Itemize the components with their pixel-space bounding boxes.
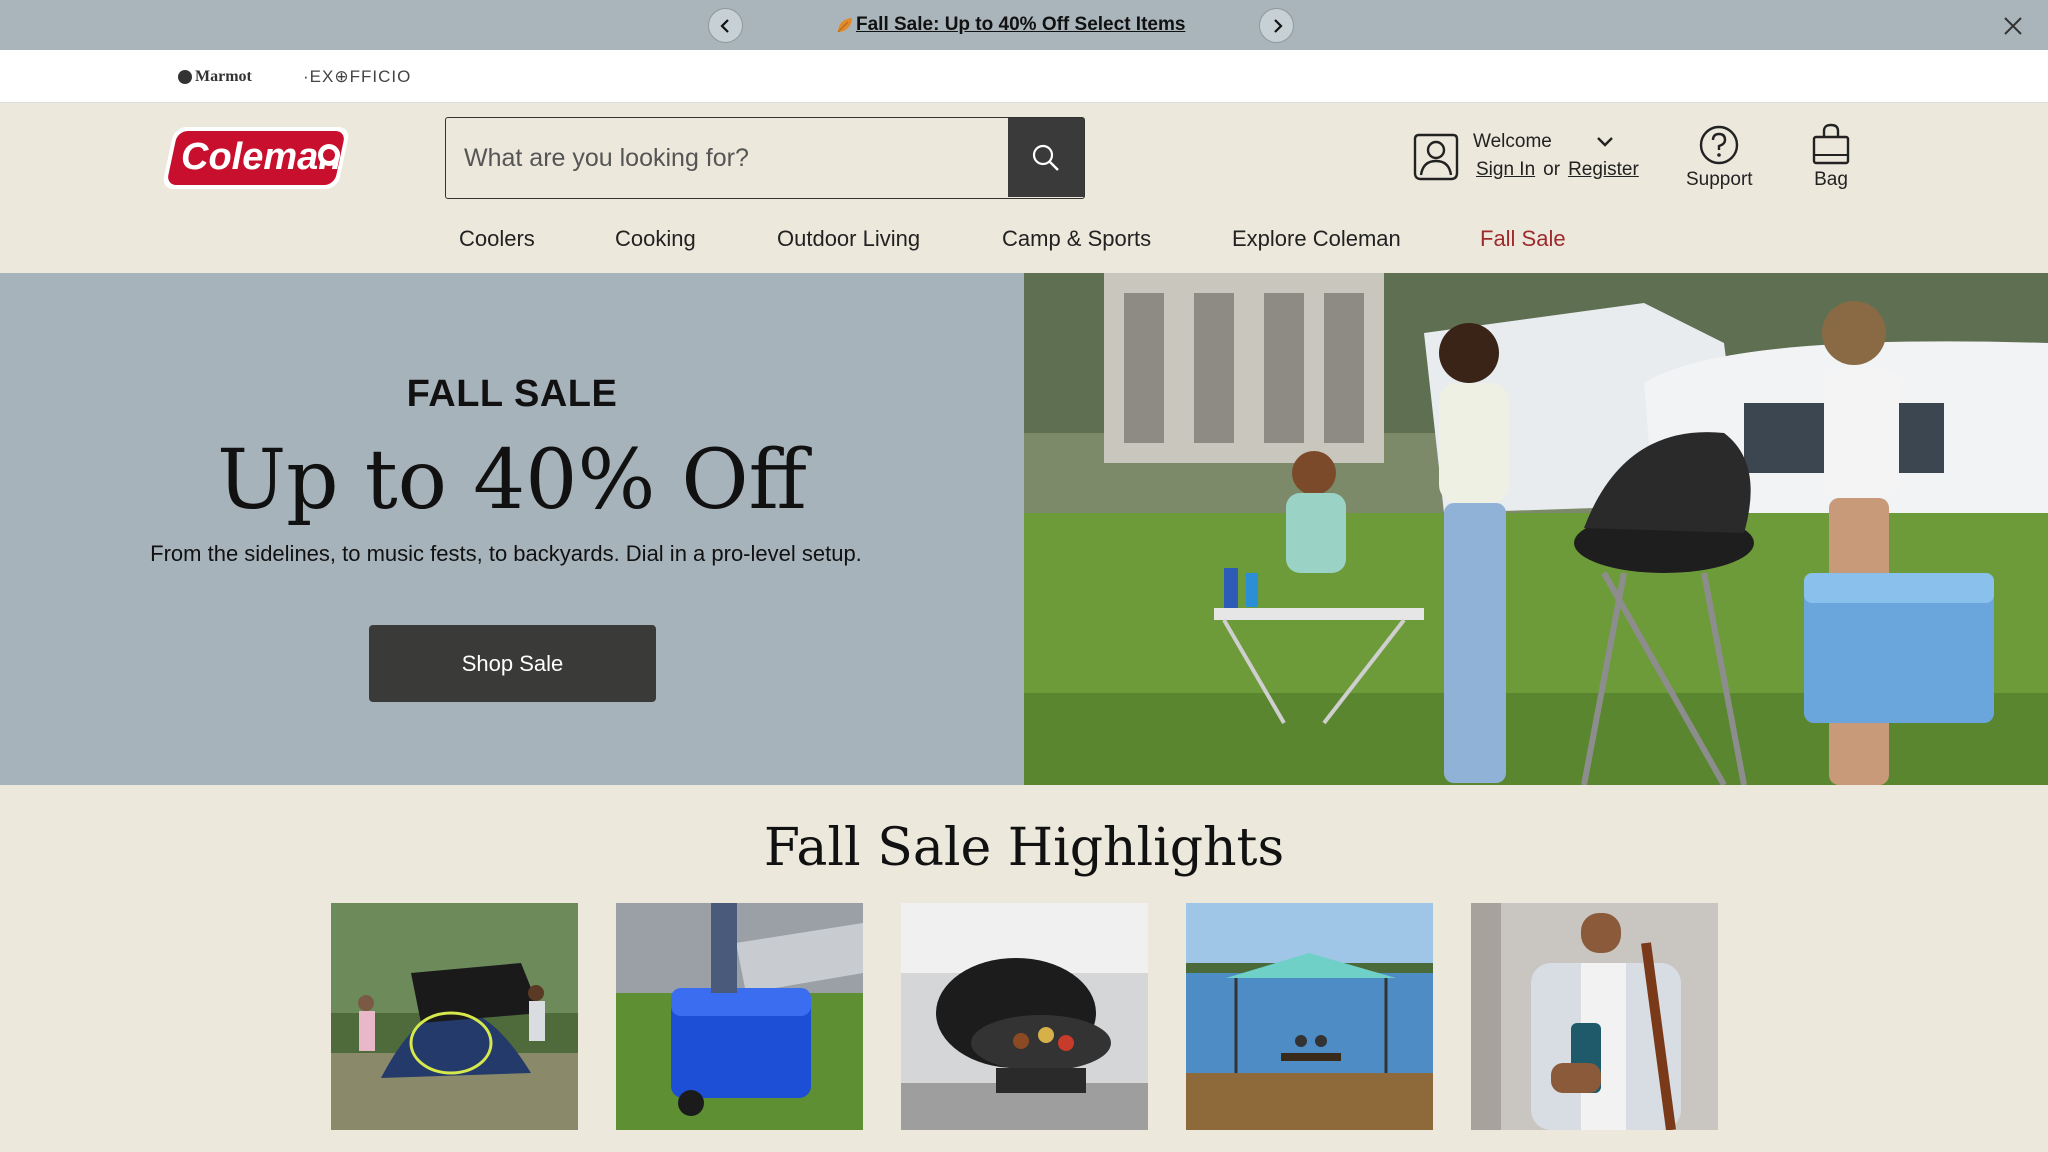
highlight-tile-tumbler[interactable]: [1471, 903, 1718, 1130]
promo-message: Fall Sale: Up to 40% Off Select Items: [856, 14, 1186, 35]
marmot-label: Marmot: [195, 68, 252, 85]
help-circle-icon: [1700, 125, 1739, 165]
hero-subtitle: From the sidelines, to music fests, to b…: [150, 541, 862, 566]
logo-text: Coleman: [181, 136, 341, 178]
highlights-title: Fall Sale Highlights: [763, 818, 1285, 878]
nav-coolers[interactable]: Coolers: [459, 226, 535, 252]
search-icon: [1032, 144, 1059, 171]
chevron-left-icon: [719, 18, 729, 33]
search-bar: [445, 117, 1085, 199]
hero-kicker: FALL SALE: [406, 373, 618, 415]
highlight-tile-canopy[interactable]: [1186, 903, 1433, 1130]
chevron-right-icon: [1273, 18, 1283, 33]
user-icon: [1413, 133, 1459, 181]
cooler-photo: [616, 903, 863, 1130]
leaf-icon: [837, 18, 852, 33]
bag-label: Bag: [1814, 169, 1848, 190]
hero-title: Up to 40% Off: [217, 433, 807, 528]
nav-explore-coleman[interactable]: Explore Coleman: [1232, 226, 1401, 252]
welcome-label: Welcome: [1473, 131, 1552, 152]
grill-photo: [901, 903, 1148, 1130]
promo-message-link[interactable]: Fall Sale: Up to 40% Off Select Items: [836, 14, 1185, 36]
search-button[interactable]: [1008, 118, 1084, 197]
register-link[interactable]: Register: [1568, 159, 1639, 181]
support-label: Support: [1686, 169, 1753, 190]
promo-bar: Fall Sale: Up to 40% Off Select Items: [0, 0, 2048, 50]
account-menu[interactable]: Welcome Sign In or Register: [1413, 131, 1639, 181]
or-text: or: [1543, 159, 1561, 180]
nav-cooking[interactable]: Cooking: [615, 226, 696, 252]
sign-in-link[interactable]: Sign In: [1476, 159, 1535, 181]
marmot-logo-icon: [178, 70, 192, 84]
tent-photo: [331, 903, 578, 1130]
shop-sale-button[interactable]: Shop Sale: [369, 625, 656, 702]
search-input[interactable]: [446, 118, 1008, 198]
canopy-photo: [1186, 903, 1433, 1130]
chevron-down-icon[interactable]: [1596, 136, 1614, 148]
promo-next-button[interactable]: [1259, 8, 1294, 43]
hero-image[interactable]: [1024, 273, 2048, 785]
support-link[interactable]: Support: [1686, 125, 1753, 191]
shopping-bag-icon: [1812, 123, 1850, 165]
nav-fall-sale[interactable]: Fall Sale: [1480, 226, 1566, 252]
nav-camp-sports[interactable]: Camp & Sports: [1002, 226, 1151, 252]
close-icon[interactable]: [2002, 15, 2024, 37]
brand-bar: Marmot ·EX⊕FFICIO: [0, 50, 2048, 103]
marmot-brand-link[interactable]: Marmot: [178, 68, 252, 86]
promo-prev-button[interactable]: [708, 8, 743, 43]
nav-outdoor-living[interactable]: Outdoor Living: [777, 226, 920, 252]
bag-link[interactable]: Bag: [1812, 123, 1850, 191]
hero-panel: FALL SALE Up to 40% Off From the sidelin…: [0, 273, 1024, 785]
site-header: Coleman Welcome Sign In or Register: [0, 103, 2048, 273]
highlight-tile-cooler[interactable]: [616, 903, 863, 1130]
hero-photo-tailgate: [1024, 273, 2048, 785]
main-nav: Coolers Cooking Outdoor Living Camp & Sp…: [0, 226, 2048, 260]
highlight-tile-grill[interactable]: [901, 903, 1148, 1130]
exofficio-brand-link[interactable]: ·EX⊕FFICIO: [303, 67, 411, 87]
coleman-logo[interactable]: Coleman: [161, 125, 353, 191]
highlight-tile-tent[interactable]: [331, 903, 578, 1130]
tumbler-photo: [1471, 903, 1718, 1130]
